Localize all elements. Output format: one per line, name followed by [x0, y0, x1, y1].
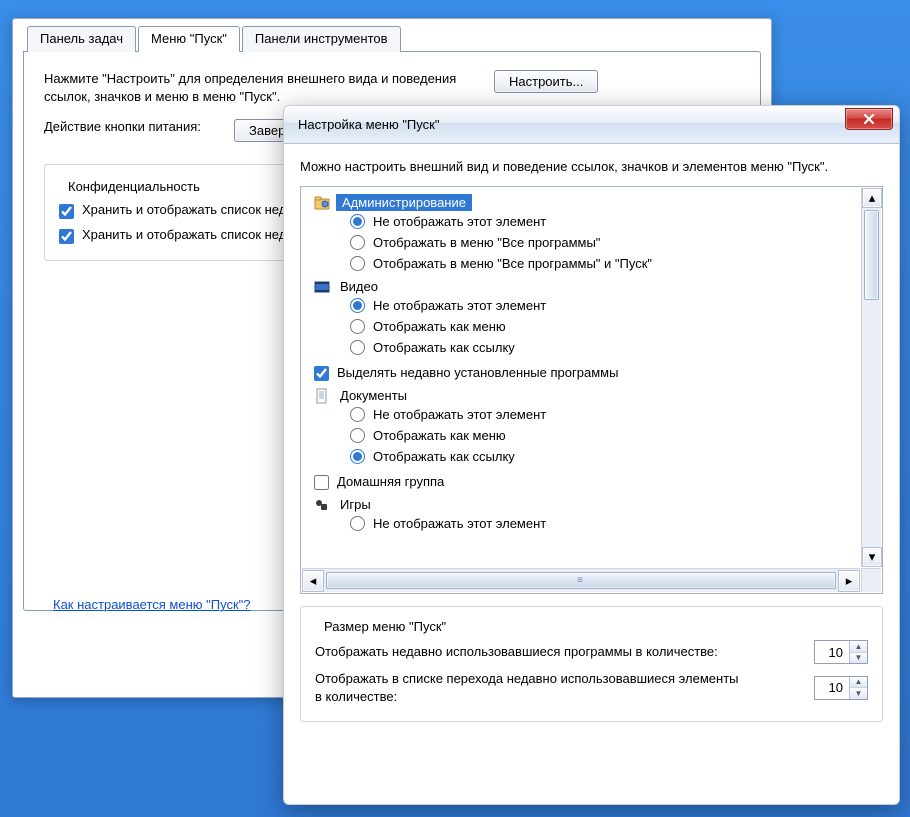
- group-games[interactable]: Игры: [336, 496, 375, 513]
- tab-strip: Панель задач Меню "Пуск" Панели инструме…: [23, 25, 761, 51]
- recent-items-input[interactable]: [815, 677, 849, 699]
- power-action-label: Действие кнопки питания:: [44, 119, 214, 134]
- dialog-description: Можно настроить внешний вид и поведение …: [300, 158, 883, 176]
- homegroup-label: Домашняя группа: [337, 474, 444, 489]
- spinner-up-icon[interactable]: ▲: [850, 641, 867, 653]
- tree-viewport[interactable]: Администрирование Не отображать этот эле…: [302, 188, 860, 567]
- documents-icon: [314, 388, 330, 404]
- games-opt-hide-label: Не отображать этот элемент: [373, 516, 546, 531]
- spinner-up-icon[interactable]: ▲: [850, 677, 867, 689]
- docs-opt-hide[interactable]: [350, 407, 365, 422]
- store-items-checkbox[interactable]: [59, 229, 74, 244]
- close-icon: [862, 113, 876, 125]
- admin-opt-hide-label: Не отображать этот элемент: [373, 214, 546, 229]
- spinner-down-icon[interactable]: ▼: [850, 688, 867, 699]
- size-title: Размер меню "Пуск": [319, 619, 451, 634]
- video-opt-link[interactable]: [350, 340, 365, 355]
- recent-programs-spinner[interactable]: ▲ ▼: [814, 640, 868, 664]
- video-opt-menu[interactable]: [350, 319, 365, 334]
- video-icon: [314, 279, 330, 295]
- video-opt-menu-label: Отображать как меню: [373, 319, 506, 334]
- tab-taskbar[interactable]: Панель задач: [27, 26, 136, 52]
- docs-opt-menu[interactable]: [350, 428, 365, 443]
- vertical-scroll-thumb[interactable]: [864, 210, 879, 300]
- games-opt-hide[interactable]: [350, 516, 365, 531]
- group-admin[interactable]: Администрирование: [336, 194, 472, 211]
- scroll-down-button[interactable]: ▾: [862, 547, 882, 567]
- horizontal-scroll-thumb[interactable]: ≡: [326, 572, 836, 589]
- docs-opt-link-label: Отображать как ссылку: [373, 449, 515, 464]
- recent-programs-label: Отображать недавно использовавшиеся прог…: [315, 643, 718, 661]
- docs-opt-hide-label: Не отображать этот элемент: [373, 407, 546, 422]
- group-documents[interactable]: Документы: [336, 387, 411, 404]
- scroll-corner: [861, 568, 881, 592]
- docs-opt-link[interactable]: [350, 449, 365, 464]
- video-opt-link-label: Отображать как ссылку: [373, 340, 515, 355]
- start-menu-size-group: Размер меню "Пуск" Отображать недавно ис…: [300, 606, 883, 722]
- start-menu-customize-dialog: Настройка меню "Пуск" Можно настроить вн…: [283, 105, 900, 805]
- store-programs-checkbox[interactable]: [59, 204, 74, 219]
- customize-tree: Администрирование Не отображать этот эле…: [300, 186, 883, 594]
- dialog-titlebar: Настройка меню "Пуск": [284, 106, 899, 144]
- group-video[interactable]: Видео: [336, 278, 382, 295]
- scroll-up-button[interactable]: ▴: [862, 188, 882, 208]
- admin-tools-icon: [314, 195, 330, 211]
- admin-opt-allprograms[interactable]: [350, 235, 365, 250]
- recent-items-label: Отображать в списке перехода недавно исп…: [315, 670, 745, 705]
- admin-opt-both[interactable]: [350, 256, 365, 271]
- configure-button[interactable]: Настроить...: [494, 70, 598, 93]
- highlight-new-label: Выделять недавно установленные программы: [337, 365, 618, 380]
- tab-toolbars[interactable]: Панели инструментов: [242, 26, 401, 52]
- recent-programs-input[interactable]: [815, 641, 849, 663]
- intro-text: Нажмите "Настроить" для определения внеш…: [44, 70, 474, 105]
- dialog-title: Настройка меню "Пуск": [298, 117, 439, 132]
- spinner-down-icon[interactable]: ▼: [850, 653, 867, 664]
- admin-opt-allprograms-label: Отображать в меню "Все программы": [373, 235, 600, 250]
- admin-opt-both-label: Отображать в меню "Все программы" и "Пус…: [373, 256, 652, 271]
- horizontal-scrollbar[interactable]: ◂ ≡ ▸: [302, 568, 860, 592]
- privacy-title: Конфиденциальность: [63, 179, 205, 194]
- video-opt-hide[interactable]: [350, 298, 365, 313]
- scroll-right-button[interactable]: ▸: [838, 570, 860, 592]
- recent-items-spinner[interactable]: ▲ ▼: [814, 676, 868, 700]
- scroll-left-button[interactable]: ◂: [302, 570, 324, 592]
- vertical-scrollbar[interactable]: ▴ ▾: [861, 188, 881, 567]
- help-link[interactable]: Как настраивается меню "Пуск"?: [53, 597, 251, 612]
- admin-opt-hide[interactable]: [350, 214, 365, 229]
- tab-start-menu[interactable]: Меню "Пуск": [138, 26, 240, 52]
- close-button[interactable]: [845, 108, 893, 130]
- highlight-new-checkbox[interactable]: [314, 366, 329, 381]
- homegroup-checkbox[interactable]: [314, 475, 329, 490]
- docs-opt-menu-label: Отображать как меню: [373, 428, 506, 443]
- video-opt-hide-label: Не отображать этот элемент: [373, 298, 546, 313]
- games-icon: [314, 497, 330, 513]
